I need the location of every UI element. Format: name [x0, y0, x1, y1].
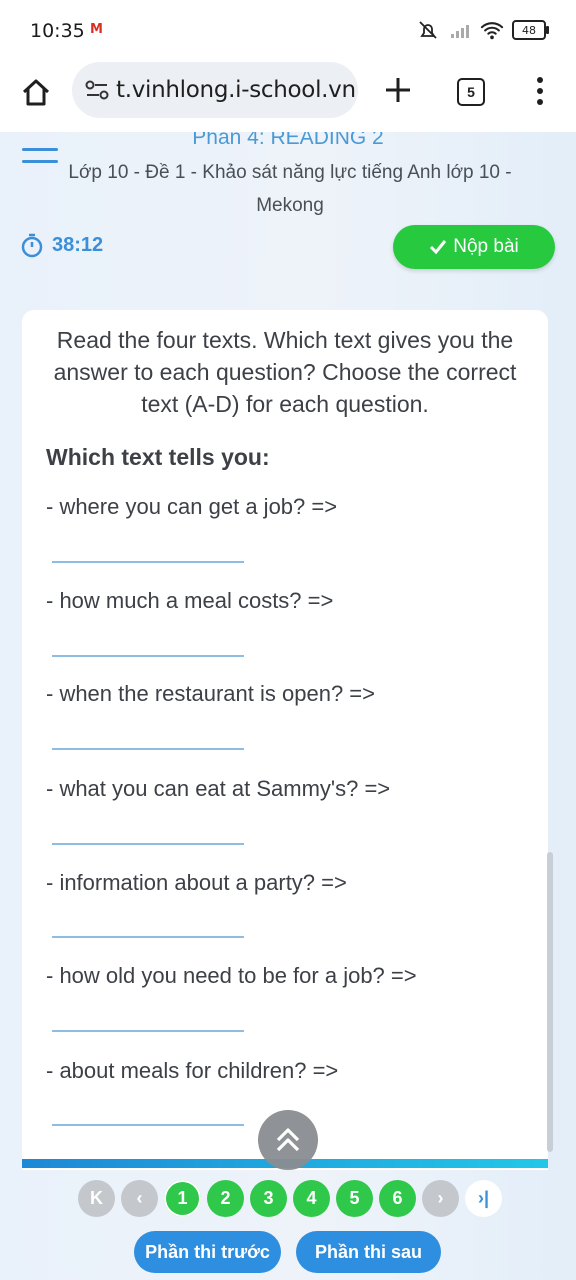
pager-page-3[interactable]: 3	[250, 1180, 287, 1217]
question-4: - what you can eat at Sammy's? =>	[46, 776, 391, 801]
question-2: - how much a meal costs? =>	[46, 588, 334, 613]
new-tab-icon[interactable]	[380, 72, 416, 108]
battery-icon: 48	[512, 20, 549, 40]
pager-page-4[interactable]: 4	[293, 1180, 330, 1217]
answer-blank-4[interactable]	[52, 843, 244, 845]
url-text[interactable]: t.vinhlong.i-school.vn	[116, 77, 356, 103]
question-1: - where you can get a job? =>	[46, 494, 338, 519]
next-part-button[interactable]: Phần thi sau	[296, 1231, 441, 1273]
part-title: Phần 4: READING 2	[192, 132, 384, 149]
answer-blank-1[interactable]	[52, 561, 244, 563]
home-icon[interactable]	[18, 75, 54, 111]
pager-page-1[interactable]: 1	[164, 1180, 201, 1217]
wifi-icon	[480, 18, 504, 42]
url-bar[interactable]: t.vinhlong.i-school.vn	[72, 62, 358, 118]
more-menu-icon[interactable]	[530, 74, 550, 108]
clock: 10:35	[30, 20, 85, 42]
pager-first-button[interactable]: K	[78, 1180, 115, 1217]
checkmark-icon	[430, 240, 447, 255]
gmail-notification-icon: M	[90, 22, 103, 37]
question-7: - about meals for children? =>	[46, 1058, 339, 1083]
question-pager: K ‹ 1 2 3 4 5 6 › ›|	[78, 1180, 502, 1217]
previous-part-button[interactable]: Phần thi trước	[134, 1231, 281, 1273]
page-content: Phần 4: READING 2 Lớp 10 - Đề 1 - Khảo s…	[0, 132, 576, 1280]
pager-last-button[interactable]: ›|	[465, 1180, 502, 1217]
timer-value: 38:12	[52, 233, 104, 256]
instructions: Read the four texts. Which text gives yo…	[53, 327, 517, 417]
browser-toolbar: t.vinhlong.i-school.vn 5	[0, 62, 576, 132]
answer-blank-3[interactable]	[52, 748, 244, 750]
question-subhead: Which text tells you:	[46, 444, 270, 470]
answer-blank-6[interactable]	[52, 1030, 244, 1032]
signal-icon	[448, 18, 472, 42]
tab-switcher-button[interactable]: 5	[457, 78, 485, 106]
question-6: - how old you need to be for a job? =>	[46, 963, 417, 988]
card-scrollbar[interactable]	[547, 852, 553, 1152]
pager-next-button[interactable]: ›	[422, 1180, 459, 1217]
submit-label: Nộp bài	[453, 236, 519, 257]
answer-blank-2[interactable]	[52, 655, 244, 657]
pager-page-2[interactable]: 2	[207, 1180, 244, 1217]
question-card: Read the four texts. Which text gives yo…	[22, 310, 548, 1170]
scroll-to-top-button[interactable]	[258, 1110, 318, 1170]
pager-page-6[interactable]: 6	[379, 1180, 416, 1217]
exam-title: Lớp 10 - Đề 1 - Khảo sát năng lực tiếng …	[68, 162, 512, 216]
hamburger-menu-icon[interactable]	[22, 148, 58, 172]
status-bar: 10:35 M 48	[0, 0, 576, 62]
submit-button[interactable]: Nộp bài	[393, 225, 555, 269]
stopwatch-icon	[21, 233, 43, 258]
pager-page-5[interactable]: 5	[336, 1180, 373, 1217]
countdown-timer: 38:12	[20, 232, 103, 258]
pager-prev-button[interactable]: ‹	[121, 1180, 158, 1217]
answer-blank-5[interactable]	[52, 936, 244, 938]
question-3: - when the restaurant is open? =>	[46, 681, 375, 706]
answer-blank-7[interactable]	[52, 1124, 244, 1126]
mute-vibrate-icon	[416, 18, 440, 42]
double-chevron-up-icon	[276, 1128, 300, 1152]
question-5: - information about a party? =>	[46, 870, 347, 895]
site-settings-icon[interactable]	[84, 80, 110, 100]
